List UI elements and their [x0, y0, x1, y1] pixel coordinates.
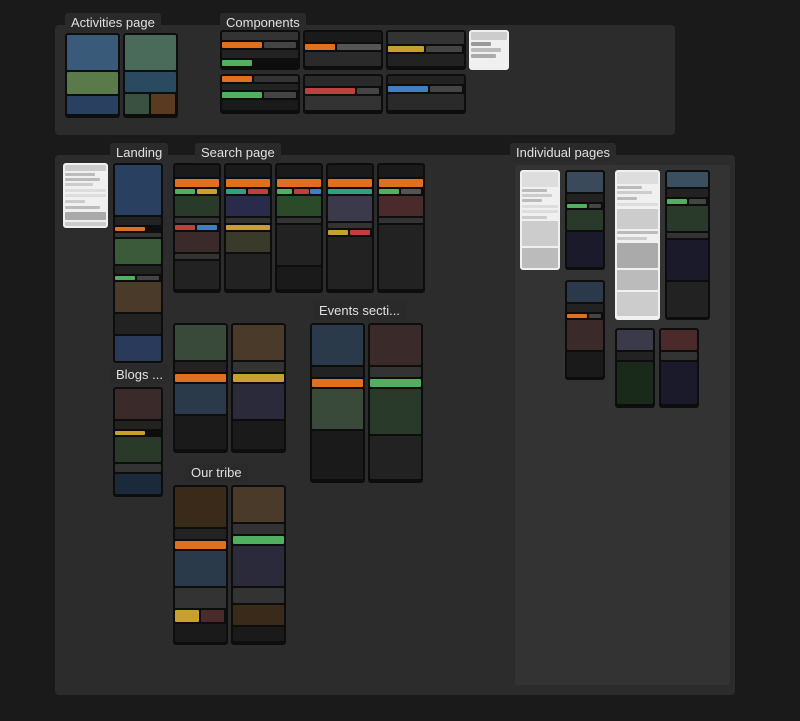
components-frames: [220, 30, 650, 125]
our-tribe-frame-2: [231, 485, 286, 645]
individual-frame-dark-2: [665, 170, 710, 320]
lower-section-box: Landing Search page Individual pages: [55, 155, 735, 695]
events-frame-3: [310, 323, 365, 483]
search-page-label: Search page: [195, 143, 281, 162]
search-frame-2: [224, 163, 272, 293]
landing-frame-dark: [113, 163, 163, 363]
individual-frame-dark-3: [565, 280, 605, 380]
blogs-frame: [113, 387, 163, 497]
events-frame-2: [231, 323, 286, 453]
individual-pages-label: Individual pages: [510, 143, 616, 162]
individual-pages-box: [515, 165, 730, 685]
landing-wireframe: [63, 163, 108, 228]
search-frame-5: [377, 163, 425, 293]
activities-label: Activities page: [65, 13, 161, 32]
events-frame-4: [368, 323, 423, 483]
search-frame-4: [326, 163, 374, 293]
individual-frame-light-2: [615, 170, 660, 320]
search-frame-1: [173, 163, 221, 293]
events-frame-1: [173, 323, 228, 453]
blogs-label: Blogs ...: [110, 365, 169, 384]
events-section-label: Events secti...: [313, 301, 406, 320]
canvas: Activities page Components: [0, 0, 800, 721]
activities-frame-2: [123, 33, 178, 118]
individual-frame-dark-4: [615, 328, 655, 408]
individual-frame-dark-1: [565, 170, 605, 270]
individual-frame-light-1: [520, 170, 560, 270]
landing-label: Landing: [110, 143, 168, 162]
individual-frame-dark-5: [659, 328, 699, 408]
our-tribe-label: Our tribe: [185, 463, 248, 482]
our-tribe-frame-1: [173, 485, 228, 645]
activities-section-box: Activities page Components: [55, 25, 675, 135]
activities-frame-1: [65, 33, 120, 118]
search-frame-3: [275, 163, 323, 293]
